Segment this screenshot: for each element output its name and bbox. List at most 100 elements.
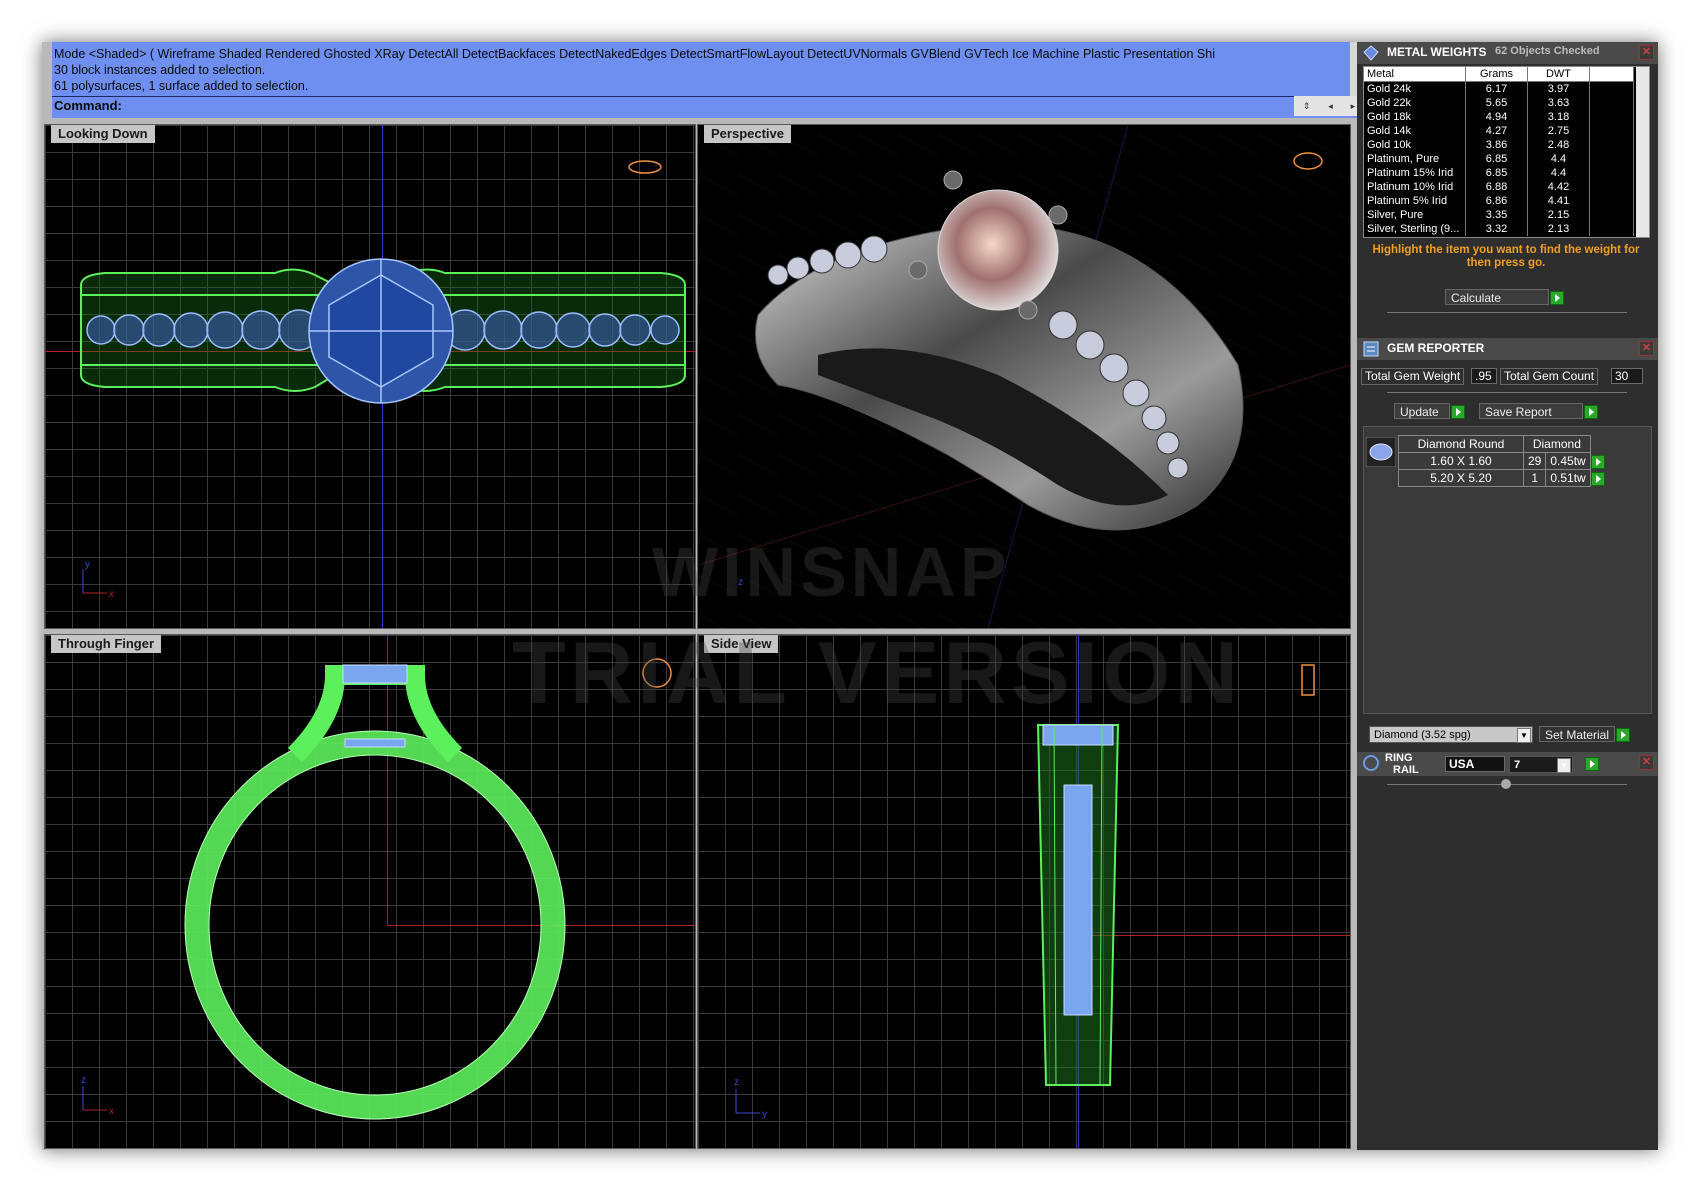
- y-axis-label: y: [762, 1109, 767, 1120]
- close-icon[interactable]: ✕: [1639, 45, 1654, 60]
- update-button[interactable]: Update: [1394, 403, 1465, 419]
- grams-cell: 4.27: [1465, 124, 1528, 138]
- gem-reporter-title: GEM REPORTER: [1387, 341, 1485, 355]
- command-prompt[interactable]: Command:: [52, 96, 1314, 116]
- metal-weight-row[interactable]: Gold 14k 4.27 2.75: [1364, 124, 1634, 138]
- metal-name-cell: Gold 10k: [1364, 138, 1466, 152]
- gem-count-cell: 29: [1522, 452, 1547, 470]
- ring-perspective-render: z: [698, 125, 1350, 628]
- metal-weight-row[interactable]: Platinum, Pure 6.85 4.4: [1364, 152, 1634, 166]
- view-orientation-icon: [1293, 152, 1323, 170]
- ring-rail-header: RING RAIL USA 7 ▼ ✕: [1357, 752, 1658, 776]
- viewport-perspective[interactable]: z Perspective: [697, 124, 1351, 629]
- metal-weight-row[interactable]: Platinum 5% Irid 6.86 4.41: [1364, 194, 1634, 208]
- go-icon[interactable]: [1590, 471, 1605, 486]
- y-axis-label: y: [85, 559, 90, 570]
- update-label: Update: [1400, 405, 1439, 419]
- command-scroll-buttons[interactable]: ⇕ ◂ ▸: [1294, 96, 1364, 116]
- dwt-cell: 2.48: [1527, 138, 1590, 152]
- viewport-label[interactable]: Perspective: [704, 125, 791, 143]
- metal-weight-row[interactable]: Platinum 15% Irid 6.85 4.4: [1364, 166, 1634, 180]
- metal-weight-row[interactable]: Platinum 10% Irid 6.88 4.42: [1364, 180, 1634, 194]
- chevron-down-icon[interactable]: ▼: [1557, 758, 1571, 773]
- metal-weights-hint: Highlight the item you want to find the …: [1372, 244, 1640, 269]
- set-material-button[interactable]: Set Material: [1539, 726, 1630, 742]
- plugin-panel: METAL WEIGHTS 62 Objects Checked ✕ Metal…: [1357, 42, 1658, 1150]
- metal-weight-row[interactable]: Silver, Sterling (9... 3.32 2.13: [1364, 222, 1634, 236]
- region-field[interactable]: USA: [1445, 756, 1505, 772]
- go-icon[interactable]: [1585, 757, 1599, 771]
- total-gem-count-field[interactable]: 30: [1611, 368, 1643, 384]
- command-history-line: 30 block instances added to selection.: [54, 63, 266, 77]
- ring-top-wireframe: x y: [80, 160, 686, 600]
- total-gem-weight-field[interactable]: .95: [1471, 368, 1497, 384]
- metal-name-cell: Gold 22k: [1364, 96, 1466, 110]
- panel-splitter[interactable]: [1387, 312, 1627, 313]
- go-icon[interactable]: [1550, 291, 1564, 305]
- metal-weights-title: METAL WEIGHTS: [1387, 45, 1487, 59]
- view-orientation-icon: [628, 160, 662, 174]
- ring-front-wireframe: x z: [81, 658, 672, 1120]
- dwt-cell: 4.42: [1527, 180, 1590, 194]
- calculate-button[interactable]: Calculate: [1445, 289, 1564, 305]
- command-area: Mode <Shaded> ( Wireframe Shaded Rendere…: [52, 42, 1364, 118]
- z-axis-label: z: [81, 1075, 86, 1086]
- go-icon[interactable]: [1616, 728, 1630, 742]
- metal-weights-scrollbar[interactable]: [1636, 67, 1649, 237]
- view-orientation-icon: [642, 658, 672, 688]
- set-material-label: Set Material: [1545, 728, 1610, 742]
- diamond-round-icon: [1366, 437, 1396, 467]
- metal-weights-header: METAL WEIGHTS 62 Objects Checked ✕: [1357, 42, 1658, 64]
- dwt-cell: 2.75: [1527, 124, 1590, 138]
- metal-weight-row[interactable]: Gold 22k 5.65 3.63: [1364, 96, 1634, 110]
- gem-weight-cell: 0.51tw: [1545, 469, 1591, 487]
- objects-checked-status: 62 Objects Checked: [1495, 45, 1600, 57]
- ring-side-wireframe: z y: [734, 664, 1315, 1120]
- splitter-grip-icon[interactable]: [1501, 779, 1511, 789]
- metal-weight-row[interactable]: Gold 10k 3.86 2.48: [1364, 138, 1634, 152]
- gem-count-cell: 1: [1522, 469, 1547, 487]
- panel-splitter[interactable]: [1387, 392, 1627, 393]
- metal-weight-row[interactable]: Gold 24k 6.17 3.97: [1364, 81, 1634, 96]
- metal-weight-row[interactable]: Gold 18k 4.94 3.18: [1364, 110, 1634, 124]
- command-prompt-label: Command:: [54, 98, 122, 113]
- gem-row[interactable]: 1.60 X 1.60 29 0.45tw: [1398, 452, 1606, 470]
- viewport-through-finger[interactable]: x z Through Finger: [44, 634, 696, 1149]
- viewport-side-view[interactable]: z y Side View: [697, 634, 1351, 1149]
- go-icon[interactable]: [1590, 454, 1605, 469]
- gem-row[interactable]: 5.20 X 5.20 1 0.51tw: [1398, 469, 1606, 487]
- grams-cell: 6.85: [1465, 166, 1528, 180]
- save-report-button[interactable]: Save Report: [1479, 403, 1598, 419]
- metal-weights-table-wrap: Metal Grams DWT Gold 24k 6.17 3.97 Gold 22k…: [1363, 66, 1650, 238]
- col-header[interactable]: DWT: [1527, 67, 1590, 82]
- command-mode-line[interactable]: Mode <Shaded> ( Wireframe Shaded Rendere…: [54, 47, 1215, 61]
- go-icon[interactable]: [1584, 405, 1598, 419]
- gem-reporter-header: GEM REPORTER ✕: [1357, 338, 1658, 360]
- dwt-cell: 3.18: [1527, 110, 1590, 124]
- viewport-label[interactable]: Looking Down: [51, 125, 155, 143]
- scroll-up-down-icon[interactable]: ⇕: [1303, 101, 1311, 112]
- gem-size-cell: 5.20 X 5.20: [1398, 469, 1524, 487]
- col-header[interactable]: Metal: [1364, 67, 1466, 82]
- metal-name-cell: Platinum 15% Irid: [1364, 166, 1466, 180]
- dwt-cell: 2.13: [1527, 222, 1590, 236]
- viewport-label[interactable]: Side View: [704, 635, 779, 653]
- scroll-left-icon[interactable]: ◂: [1328, 101, 1333, 112]
- metal-weights-table: Metal Grams DWT Gold 24k 6.17 3.97 Gold 22k…: [1364, 67, 1634, 236]
- ring-size-select[interactable]: 7 ▼: [1509, 756, 1573, 773]
- close-icon[interactable]: ✕: [1639, 755, 1654, 770]
- save-report-label: Save Report: [1485, 405, 1552, 419]
- metal-weight-row[interactable]: Silver, Pure 3.35 2.15: [1364, 208, 1634, 222]
- grams-cell: 6.17: [1465, 81, 1528, 96]
- chevron-down-icon[interactable]: ▼: [1517, 728, 1531, 743]
- close-icon[interactable]: ✕: [1639, 341, 1654, 356]
- metal-name-cell: Platinum 5% Irid: [1364, 194, 1466, 208]
- go-icon[interactable]: [1451, 405, 1465, 419]
- col-header[interactable]: Grams: [1465, 67, 1528, 82]
- viewport-label[interactable]: Through Finger: [51, 635, 162, 653]
- metal-name-cell: Gold 14k: [1364, 124, 1466, 138]
- viewport-looking-down[interactable]: x y Looking Down: [44, 124, 696, 629]
- metal-name-cell: Silver, Pure: [1364, 208, 1466, 222]
- scroll-right-icon[interactable]: ▸: [1351, 101, 1356, 112]
- material-select[interactable]: Diamond (3.52 spg) ▼: [1369, 726, 1533, 743]
